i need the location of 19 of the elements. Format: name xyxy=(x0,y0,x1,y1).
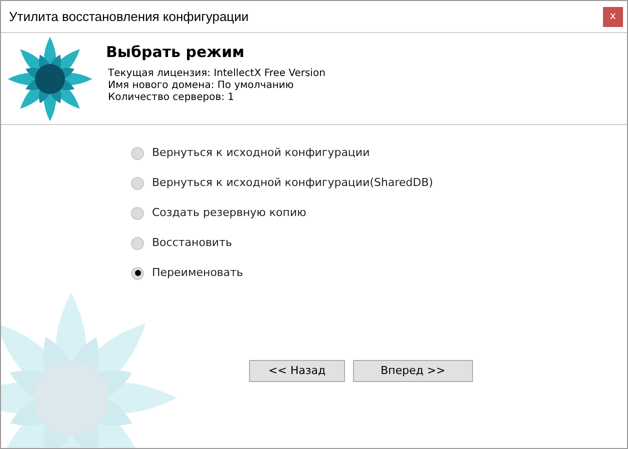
window-title: Утилита восстановления конфигурации xyxy=(9,8,249,26)
info-text: Текущая лицензия: IntellectX Free Version xyxy=(107,68,326,80)
radio-option[interactable]: Восстановить xyxy=(131,234,627,252)
radio-option[interactable]: Вернуться к исходной конфигурации(SharedDB) xyxy=(131,174,627,192)
radio-button[interactable] xyxy=(131,146,144,160)
radio-button[interactable] xyxy=(131,206,144,220)
radio-option[interactable]: Переименовать xyxy=(131,264,627,282)
info-text: Имя нового домена: По умолчанию xyxy=(107,80,295,92)
info-text: Количество серверов: 1 xyxy=(107,92,235,104)
radio-option[interactable]: Вернуться к исходной конфигурации xyxy=(131,144,627,162)
next-button[interactable]: Вперед >> xyxy=(353,360,473,382)
radio-option[interactable]: Создать резервную копию xyxy=(131,204,627,222)
radio-button[interactable] xyxy=(131,176,144,190)
radio-button[interactable] xyxy=(131,266,144,280)
close-button[interactable]: x xyxy=(603,6,623,26)
page-heading: Выбрать режим xyxy=(106,42,246,63)
back-button[interactable]: << Назад xyxy=(249,360,345,382)
flower-logo-icon xyxy=(6,35,94,123)
radio-button[interactable] xyxy=(131,236,144,250)
